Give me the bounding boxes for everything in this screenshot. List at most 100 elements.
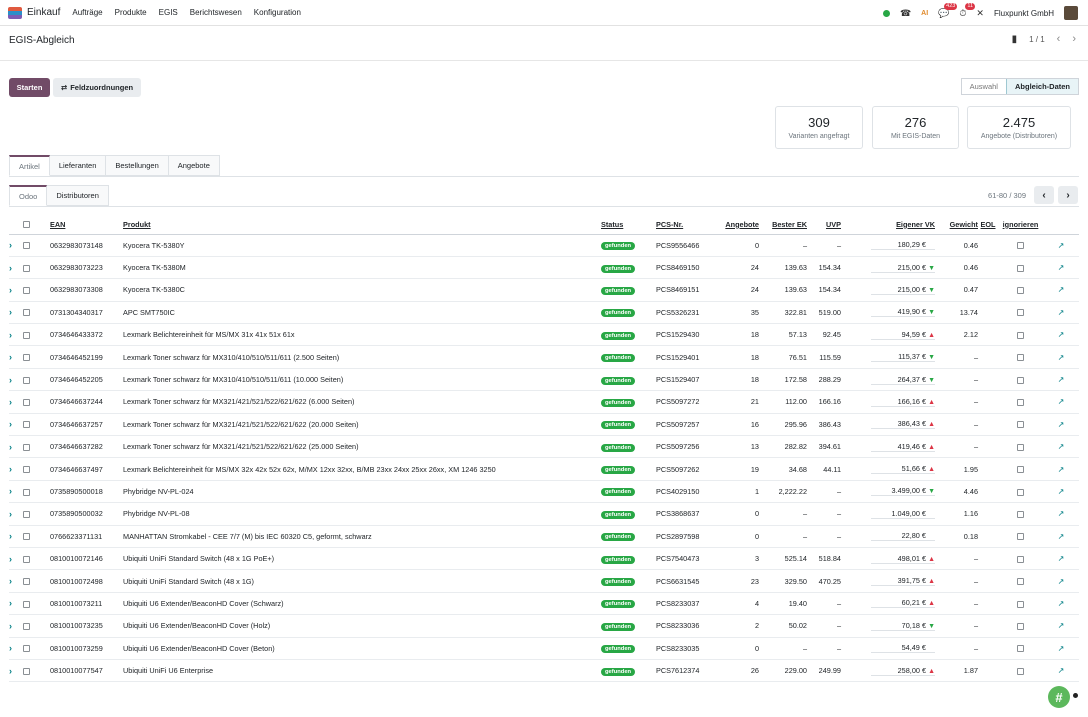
ignore-checkbox[interactable]: [1017, 421, 1024, 429]
ignore-checkbox[interactable]: [1017, 488, 1024, 496]
ignore-checkbox[interactable]: [1017, 399, 1024, 406]
table-row[interactable]: › 0810010073211 Ubiquiti U6 Extender/Beaco…: [9, 592, 1079, 616]
row-checkbox[interactable]: [23, 667, 30, 675]
ignore-checkbox[interactable]: [1017, 667, 1024, 675]
ignore-checkbox[interactable]: [1017, 645, 1024, 653]
ignore-checkbox[interactable]: [1017, 533, 1024, 541]
own-vk-field[interactable]: 51,66 € ▲: [871, 464, 935, 475]
own-vk-field[interactable]: 498,01 € ▲: [871, 554, 935, 564]
row-checkbox[interactable]: [23, 555, 30, 563]
expand-chevron-icon[interactable]: ›: [9, 285, 12, 295]
table-row[interactable]: › 0734646637497 Lexmark Belichtereinheit f…: [9, 457, 1079, 481]
expand-chevron-icon[interactable]: ›: [9, 263, 12, 273]
table-row[interactable]: › 0810010073235 Ubiquiti U6 Extender/Beaco…: [9, 614, 1079, 638]
own-vk-field[interactable]: 60,21 € ▲: [871, 598, 935, 609]
col-bester-ek[interactable]: Bester EK: [759, 215, 807, 235]
messages-icon[interactable]: 💬 423: [938, 2, 958, 19]
external-link-icon[interactable]: ↗: [1058, 621, 1065, 630]
external-link-icon[interactable]: ↗: [1058, 532, 1065, 541]
own-vk-field[interactable]: 22,80 €: [871, 531, 935, 542]
own-vk-field[interactable]: 3.499,00 € ▼: [871, 486, 935, 497]
stat-egis-daten[interactable]: 276 Mit EGIS-Daten: [872, 106, 959, 149]
tab-lieferanten[interactable]: Lieferanten: [49, 155, 107, 176]
ignore-checkbox[interactable]: [1017, 466, 1024, 474]
list-pager-value[interactable]: 61-80 / 309: [988, 191, 1026, 200]
expand-chevron-icon[interactable]: ›: [9, 621, 12, 631]
ignore-checkbox[interactable]: [1017, 578, 1024, 586]
expand-chevron-icon[interactable]: ›: [9, 531, 12, 541]
table-row[interactable]: › 0810010072498 Ubiquiti UniFi Standard Sw…: [9, 569, 1079, 593]
external-link-icon[interactable]: ↗: [1058, 509, 1065, 518]
expand-chevron-icon[interactable]: ›: [9, 576, 12, 586]
row-checkbox[interactable]: [23, 287, 30, 295]
col-produkt[interactable]: Produkt: [123, 215, 601, 235]
own-vk-field[interactable]: 94,59 € ▲: [871, 330, 935, 340]
table-row[interactable]: › 0632983073223 Kyocera TK-5380M gefunden PC…: [9, 256, 1079, 280]
step-auswahl[interactable]: Auswahl: [961, 79, 1006, 94]
expand-chevron-icon[interactable]: ›: [9, 666, 12, 676]
col-eol[interactable]: EOL: [978, 215, 998, 235]
expand-chevron-icon[interactable]: ›: [9, 419, 12, 429]
ignore-checkbox[interactable]: [1017, 622, 1024, 630]
row-checkbox[interactable]: [23, 421, 30, 429]
ignore-checkbox[interactable]: [1017, 376, 1024, 384]
tab-bestellungen[interactable]: Bestellungen: [106, 155, 169, 176]
own-vk-field[interactable]: 180,29 €: [871, 240, 935, 251]
activity-clock-icon[interactable]: ⏱ 11: [959, 2, 976, 19]
table-row[interactable]: › 0810010072146 Ubiquiti UniFi Standard Sw…: [9, 547, 1079, 571]
own-vk-field[interactable]: 166,16 € ▲: [871, 397, 935, 407]
external-link-icon[interactable]: ↗: [1058, 375, 1065, 384]
expand-chevron-icon[interactable]: ›: [9, 554, 12, 564]
ignore-checkbox[interactable]: [1017, 331, 1024, 339]
own-vk-field[interactable]: 215,00 € ▼: [871, 285, 935, 295]
table-row[interactable]: › 0734646452205 Lexmark Toner schwarz für …: [9, 368, 1079, 392]
list-next-icon[interactable]: ›: [1058, 186, 1078, 204]
ignore-checkbox[interactable]: [1017, 309, 1024, 317]
row-checkbox[interactable]: [23, 354, 30, 362]
row-checkbox[interactable]: [23, 578, 30, 586]
row-checkbox[interactable]: [23, 600, 30, 608]
own-vk-field[interactable]: 264,37 € ▼: [871, 375, 935, 385]
phone-icon[interactable]: ☎: [900, 8, 911, 19]
row-checkbox[interactable]: [23, 488, 30, 496]
own-vk-field[interactable]: 70,18 € ▼: [871, 621, 935, 631]
ai-icon[interactable]: AI: [921, 10, 928, 17]
external-link-icon[interactable]: ↗: [1058, 599, 1065, 608]
row-checkbox[interactable]: [23, 443, 30, 451]
external-link-icon[interactable]: ↗: [1058, 353, 1065, 362]
expand-chevron-icon[interactable]: ›: [9, 486, 12, 496]
table-row[interactable]: › 0735890500032 Phybridge NV-PL-08 gefunden…: [9, 502, 1079, 526]
expand-chevron-icon[interactable]: ›: [9, 643, 12, 653]
tab-odoo[interactable]: Odoo: [9, 185, 48, 206]
menu-auftraege[interactable]: Aufträge: [72, 8, 102, 17]
row-checkbox[interactable]: [23, 510, 30, 518]
ignore-checkbox[interactable]: [1017, 242, 1024, 250]
own-vk-field[interactable]: 1.049,00 €: [871, 509, 935, 519]
own-vk-field[interactable]: 386,43 € ▲: [871, 419, 935, 430]
table-row[interactable]: › 0766623371131 MANHATTAN Stromkabel - CEE…: [9, 525, 1079, 548]
external-link-icon[interactable]: ↗: [1058, 285, 1065, 294]
app-name[interactable]: Einkauf: [27, 7, 60, 18]
list-prev-icon[interactable]: ‹: [1034, 186, 1054, 204]
ignore-checkbox[interactable]: [1017, 354, 1024, 362]
table-row[interactable]: › 0632983073308 Kyocera TK-5380C gefunden PC…: [9, 278, 1079, 302]
menu-egis[interactable]: EGIS: [159, 8, 178, 17]
chat-widget-button[interactable]: #: [1048, 686, 1070, 708]
menu-produkte[interactable]: Produkte: [115, 8, 147, 17]
expand-chevron-icon[interactable]: ›: [9, 352, 12, 362]
external-link-icon[interactable]: ↗: [1058, 397, 1065, 406]
row-checkbox[interactable]: [23, 399, 30, 406]
ignore-checkbox[interactable]: [1017, 600, 1024, 608]
bookmark-icon[interactable]: ▮: [1012, 34, 1018, 45]
external-link-icon[interactable]: ↗: [1058, 420, 1065, 429]
expand-chevron-icon[interactable]: ›: [9, 240, 12, 250]
start-button[interactable]: Starten: [9, 78, 50, 97]
own-vk-field[interactable]: 419,90 € ▼: [871, 307, 935, 318]
external-link-icon[interactable]: ↗: [1058, 442, 1065, 451]
expand-chevron-icon[interactable]: ›: [9, 330, 12, 340]
tab-angebote[interactable]: Angebote: [168, 155, 220, 176]
row-checkbox[interactable]: [23, 622, 30, 630]
row-checkbox[interactable]: [23, 645, 30, 653]
stat-varianten[interactable]: 309 Varianten angefragt: [775, 106, 863, 149]
expand-chevron-icon[interactable]: ›: [9, 397, 12, 407]
